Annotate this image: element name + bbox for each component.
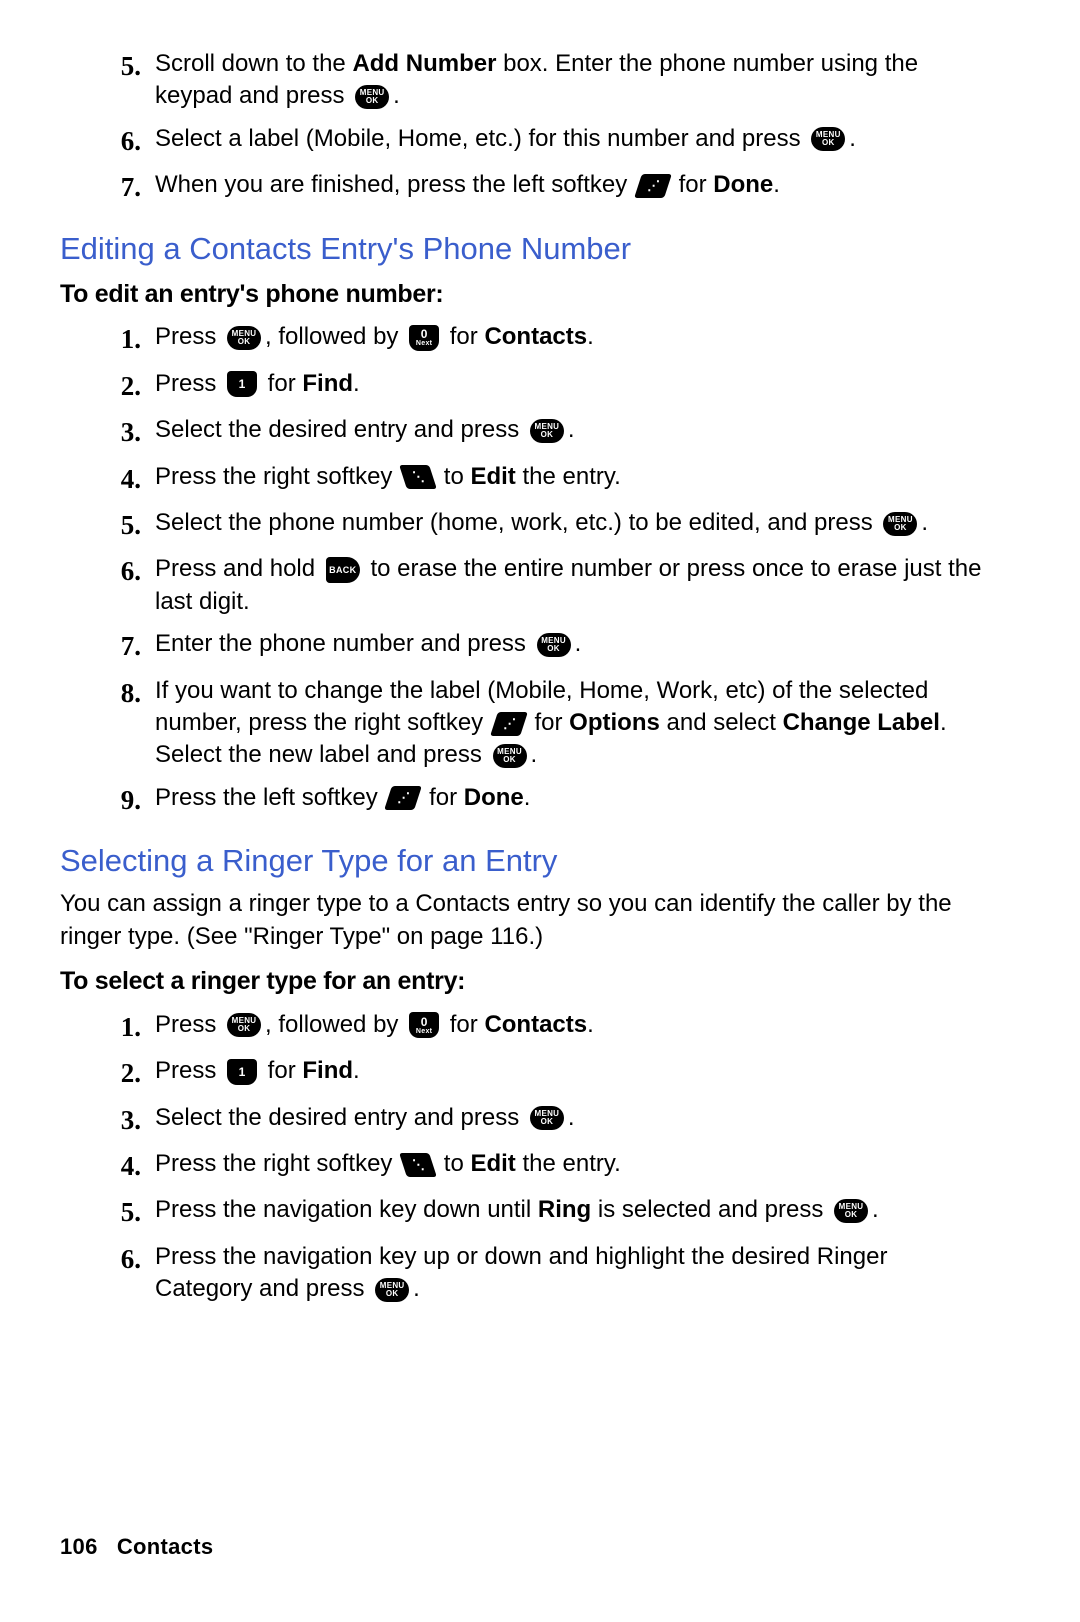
menu-ok-icon (355, 85, 389, 109)
step-number: 2. (60, 368, 155, 404)
step-text: Press 1 for Find. (155, 1055, 990, 1087)
bold-text: Ring (538, 1196, 591, 1223)
list-item: 7.Enter the phone number and press . (60, 628, 990, 664)
step-number: 4. (60, 1148, 155, 1184)
bold-text: Done (464, 784, 524, 811)
step-number: 8. (60, 675, 155, 711)
step-number: 6. (60, 1241, 155, 1277)
step-number: 4. (60, 461, 155, 497)
keypad-key-icon: 0Next (409, 1012, 439, 1038)
keypad-key-icon: 1 (227, 371, 257, 397)
menu-ok-icon (227, 1013, 261, 1037)
list-item: 4.Press the right softkey to Edit the en… (60, 461, 990, 497)
step-text: Press the right softkey to Edit the entr… (155, 1148, 990, 1180)
keypad-key-icon: 1 (227, 1059, 257, 1085)
bold-text: Edit (470, 463, 515, 490)
list-item: 3.Select the desired entry and press . (60, 414, 990, 450)
footer-section-name: Contacts (117, 1534, 214, 1559)
menu-ok-icon (227, 326, 261, 350)
step-number: 5. (60, 1194, 155, 1230)
step-text: Press the left softkey for Done. (155, 782, 990, 814)
bold-text: Edit (470, 1150, 515, 1177)
step-number: 1. (60, 321, 155, 357)
page-footer: 106 Contacts (60, 1532, 213, 1562)
ringer-steps-list: 1.Press , followed by 0Next for Contacts… (60, 1009, 990, 1306)
menu-ok-icon (530, 1106, 564, 1130)
top-steps-list: 5.Scroll down to the Add Number box. Ent… (60, 48, 990, 206)
section-heading-ringer: Selecting a Ringer Type for an Entry (60, 840, 990, 882)
list-item: 6.Select a label (Mobile, Home, etc.) fo… (60, 123, 990, 159)
step-number: 7. (60, 169, 155, 205)
step-number: 6. (60, 553, 155, 589)
menu-ok-icon (883, 512, 917, 536)
right-softkey-icon (399, 465, 437, 489)
step-text: Press 1 for Find. (155, 368, 990, 400)
list-item: 1.Press , followed by 0Next for Contacts… (60, 321, 990, 357)
list-item: 5.Scroll down to the Add Number box. Ent… (60, 48, 990, 113)
step-number: 6. (60, 123, 155, 159)
menu-ok-icon (375, 1278, 409, 1302)
step-number: 3. (60, 1102, 155, 1138)
list-item: 9.Press the left softkey for Done. (60, 782, 990, 818)
menu-ok-icon (530, 419, 564, 443)
step-text: Press the right softkey to Edit the entr… (155, 461, 990, 493)
editing-steps-list: 1.Press , followed by 0Next for Contacts… (60, 321, 990, 818)
keypad-key-icon: 0Next (409, 325, 439, 351)
bold-text: Options (569, 709, 660, 736)
left-softkey-icon (385, 786, 423, 810)
menu-ok-icon (834, 1199, 868, 1223)
step-text: Press , followed by 0Next for Contacts. (155, 321, 990, 353)
step-text: If you want to change the label (Mobile,… (155, 675, 990, 772)
step-text: Press the navigation key down until Ring… (155, 1194, 990, 1226)
list-item: 2.Press 1 for Find. (60, 368, 990, 404)
menu-ok-icon (811, 127, 845, 151)
list-item: 5.Press the navigation key down until Ri… (60, 1194, 990, 1230)
step-text: Press and hold to erase the entire numbe… (155, 553, 990, 618)
step-number: 1. (60, 1009, 155, 1045)
list-item: 6.Press and hold to erase the entire num… (60, 553, 990, 618)
bold-text: Done (713, 171, 773, 198)
bold-text: Contacts (484, 323, 587, 350)
step-number: 3. (60, 414, 155, 450)
step-number: 2. (60, 1055, 155, 1091)
list-item: 7.When you are finished, press the left … (60, 169, 990, 205)
step-number: 5. (60, 507, 155, 543)
step-text: Scroll down to the Add Number box. Enter… (155, 48, 990, 113)
bold-text: Add Number (352, 50, 496, 77)
left-softkey-icon (490, 712, 528, 736)
step-number: 5. (60, 48, 155, 84)
list-item: 4.Press the right softkey to Edit the en… (60, 1148, 990, 1184)
bold-text: Find (302, 1057, 353, 1084)
bold-text: Change Label (783, 709, 940, 736)
page-number: 106 (60, 1534, 98, 1559)
step-text: Select the desired entry and press . (155, 414, 990, 446)
list-item: 2.Press 1 for Find. (60, 1055, 990, 1091)
list-item: 8.If you want to change the label (Mobil… (60, 675, 990, 772)
left-softkey-icon (634, 174, 672, 198)
back-icon (326, 557, 360, 583)
step-text: Press , followed by 0Next for Contacts. (155, 1009, 990, 1041)
step-text: Select the desired entry and press . (155, 1102, 990, 1134)
section-sub-ringer: To select a ringer type for an entry: (60, 965, 990, 999)
menu-ok-icon (493, 744, 527, 768)
step-number: 9. (60, 782, 155, 818)
step-text: Select the phone number (home, work, etc… (155, 507, 990, 539)
step-text: Press the navigation key up or down and … (155, 1241, 990, 1306)
list-item: 5.Select the phone number (home, work, e… (60, 507, 990, 543)
step-number: 7. (60, 628, 155, 664)
list-item: 6.Press the navigation key up or down an… (60, 1241, 990, 1306)
section-heading-editing: Editing a Contacts Entry's Phone Number (60, 228, 990, 270)
menu-ok-icon (537, 633, 571, 657)
bold-text: Contacts (484, 1011, 587, 1038)
list-item: 1.Press , followed by 0Next for Contacts… (60, 1009, 990, 1045)
section-sub-editing: To edit an entry's phone number: (60, 278, 990, 312)
right-softkey-icon (399, 1153, 437, 1177)
step-text: When you are finished, press the left so… (155, 169, 990, 201)
bold-text: Find (302, 370, 353, 397)
step-text: Select a label (Mobile, Home, etc.) for … (155, 123, 990, 155)
list-item: 3.Select the desired entry and press . (60, 1102, 990, 1138)
section-intro-ringer: You can assign a ringer type to a Contac… (60, 888, 990, 953)
step-text: Enter the phone number and press . (155, 628, 990, 660)
